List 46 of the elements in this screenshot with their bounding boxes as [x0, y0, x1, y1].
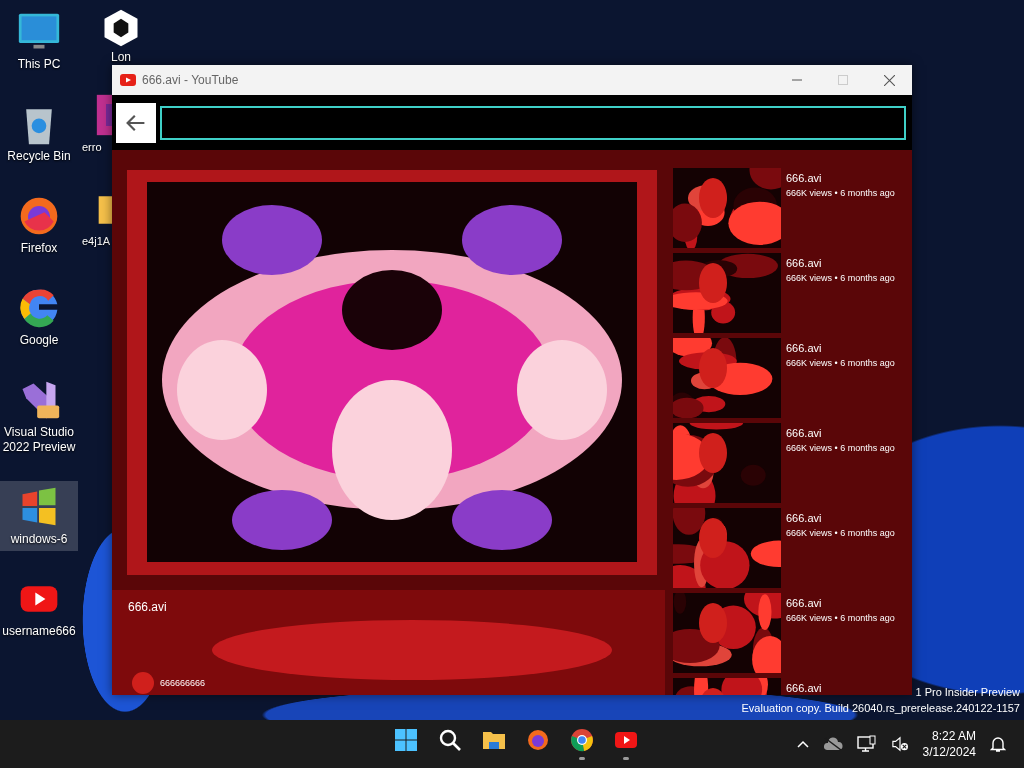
network-icon [856, 735, 877, 753]
search-icon [438, 728, 462, 752]
desktop-icon[interactable]: This PC [0, 6, 78, 76]
related-meta: 666K views • 6 months ago [786, 358, 895, 368]
related-meta: 666K views • 6 months ago [786, 273, 895, 283]
related-meta: 666K views • 6 months ago [786, 443, 895, 453]
channel-name: 666666666 [160, 678, 206, 688]
chevron-up-icon [796, 740, 809, 748]
desktop-icon[interactable]: windows-6 [0, 481, 78, 551]
related-title: 666.avi [786, 512, 823, 524]
firefox-icon [526, 728, 550, 752]
desktop-icon[interactable]: Firefox [0, 190, 78, 260]
related-meta: 666K views • 6 months ago [786, 188, 895, 198]
youtube-icon [120, 74, 136, 86]
desktop-icon[interactable]: Recycle Bin [0, 98, 78, 168]
cloud-icon [822, 737, 843, 751]
start-icon [394, 728, 418, 752]
window-title: 666.avi - YouTube [142, 73, 239, 87]
related-title: 666.avi [786, 257, 823, 269]
desktop-icon[interactable]: username666 [0, 573, 78, 643]
related-title: 666.avi [786, 597, 823, 609]
search-field[interactable] [160, 105, 906, 140]
related-title: 666.avi [786, 427, 823, 439]
back-button[interactable] [116, 102, 156, 143]
related-title: 666.avi [786, 682, 822, 694]
related-video[interactable]: 666.avi 666K views • 6 months ago [673, 168, 912, 248]
bell-icon[interactable] [990, 735, 1006, 753]
maximize-icon [838, 75, 848, 85]
clock-date[interactable]: 3/12/2024 [922, 744, 976, 760]
video-title: 666.avi [128, 600, 167, 614]
related-meta: 666K views • 6 months ago [786, 613, 895, 623]
related-video[interactable]: 666.avi 666K views • 6 months ago [673, 338, 912, 418]
related-video[interactable]: 666.avi 666K views • 6 months ago [673, 253, 912, 333]
desktop-icon[interactable]: e4j1A [82, 173, 112, 253]
desktop-icon[interactable]: Lon [82, 6, 160, 65]
related-meta: 666K views • 6 months ago [786, 528, 895, 538]
watermark-text: Evaluation copy. Build 26040.rs_prerelease.240122-1157 [741, 701, 1020, 716]
related-title: 666.avi [786, 342, 823, 354]
desktop-icon[interactable]: Visual Studio 2022 Preview [0, 374, 78, 459]
related-title: 666.avi [786, 172, 823, 184]
clock-time[interactable]: 8:22 AM [931, 728, 976, 744]
chrome-icon [570, 728, 594, 752]
related-video[interactable]: 666.avi 666K views • 6 months ago [673, 593, 912, 673]
desktop-icon[interactable]: Google [0, 282, 78, 352]
speaker-muted-icon [890, 736, 909, 752]
close-icon [883, 74, 895, 86]
